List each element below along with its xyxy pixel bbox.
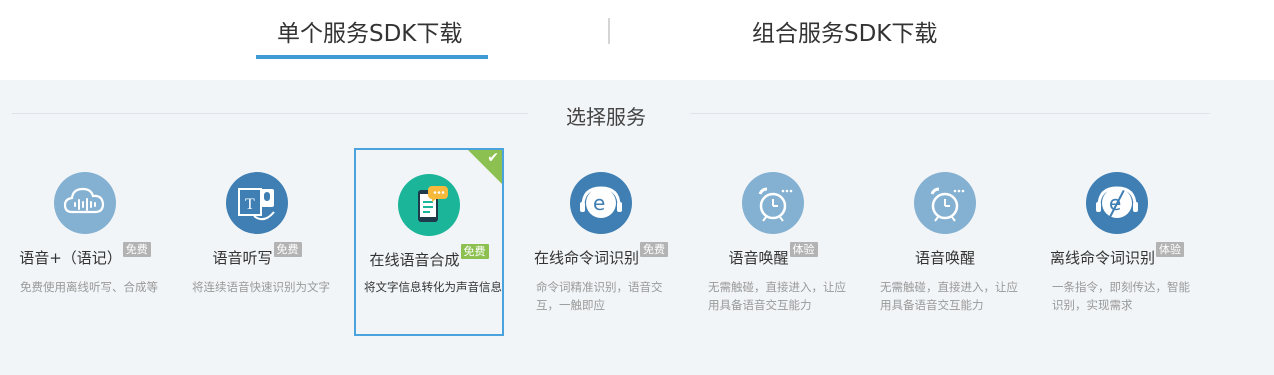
service-name: 语音唤醒 <box>914 249 975 267</box>
service-name: 语音+（语记） 免费 <box>10 242 160 268</box>
headset-e-icon: e <box>570 172 632 234</box>
active-tab-indicator <box>256 55 488 59</box>
cloud-waveform-icon <box>54 172 116 234</box>
service-card-online-tts[interactable]: ✔ 在线语音合成 免费 将文字信息转化为声音信息 <box>354 148 504 336</box>
free-badge: 免费 <box>122 242 151 257</box>
alarm-clock-icon <box>914 172 976 234</box>
service-description: 免费使用离线听写、合成等 <box>20 280 158 294</box>
service-card-dictation[interactable]: T 语音听写 免费 将连续语音快速识别为文字 <box>182 148 332 336</box>
tab-combined-service-sdk[interactable]: 组合服务SDK下载 <box>752 14 937 48</box>
trial-badge: 体验 <box>1156 242 1184 257</box>
service-description: 无需触碰，直接进入，让应用具备语音交互能力 <box>708 280 846 312</box>
service-name: 语音听写 免费 <box>182 242 332 268</box>
tab-divider <box>608 18 610 44</box>
service-description: 无需触碰，直接进入，让应用具备语音交互能力 <box>880 280 1018 312</box>
free-badge: 免费 <box>460 244 489 259</box>
service-description: 一条指令，即刻传达，智能识别，实现需求 <box>1052 280 1190 312</box>
tab-bar: 单个服务SDK下载 组合服务SDK下载 <box>0 0 1274 80</box>
offline-e-icon: e <box>1086 172 1148 234</box>
service-card-voice-wakeup[interactable]: 语音唤醒 体验 无需触碰，直接进入，让应用具备语音交互能力 <box>698 148 848 336</box>
service-card-voice-wakeup-2[interactable]: 语音唤醒 无需触碰，直接进入，让应用具备语音交互能力 <box>870 148 1020 336</box>
service-card-voice-plus[interactable]: 语音+（语记） 免费 免费使用离线听写、合成等 <box>10 148 160 336</box>
divider-right <box>690 113 1210 114</box>
tab-single-service-sdk[interactable]: 单个服务SDK下载 <box>277 14 462 48</box>
service-selection: 选择服务 语音+（语记） 免费 免费使用离线听写、合成等 T 语音听写 免费 将连续… <box>0 80 1274 375</box>
svg-text:e: e <box>1109 191 1121 215</box>
service-name: 离线命令词识别 体验 <box>1042 242 1192 268</box>
service-card-offline-command[interactable]: e 离线命令词识别 体验 一条指令，即刻传达，智能识别，实现需求 <box>1042 148 1192 336</box>
phone-chat-icon <box>398 174 460 236</box>
trial-badge: 体验 <box>789 242 818 257</box>
service-name: 语音唤醒 体验 <box>698 242 848 268</box>
service-card-online-command[interactable]: e 在线命令词识别 免费 命令词精准识别，语音交互，一触即应 <box>526 148 676 336</box>
alarm-clock-icon <box>742 172 804 234</box>
svg-text:e: e <box>593 191 605 215</box>
checkmark-icon: ✔ <box>487 150 499 166</box>
section-title: 选择服务 <box>566 105 646 129</box>
dictation-microphone-icon: T <box>226 172 288 234</box>
service-description: 将连续语音快速识别为文字 <box>192 280 330 294</box>
service-name: 在线语音合成 免费 <box>356 244 502 270</box>
service-name: 在线命令词识别 免费 <box>526 242 676 268</box>
divider-left <box>12 113 528 114</box>
service-description: 将文字信息转化为声音信息 <box>364 280 502 294</box>
svg-text:T: T <box>245 196 255 213</box>
service-description: 命令词精准识别，语音交互，一触即应 <box>536 280 663 312</box>
free-badge: 免费 <box>640 242 668 257</box>
free-badge: 免费 <box>273 242 302 257</box>
